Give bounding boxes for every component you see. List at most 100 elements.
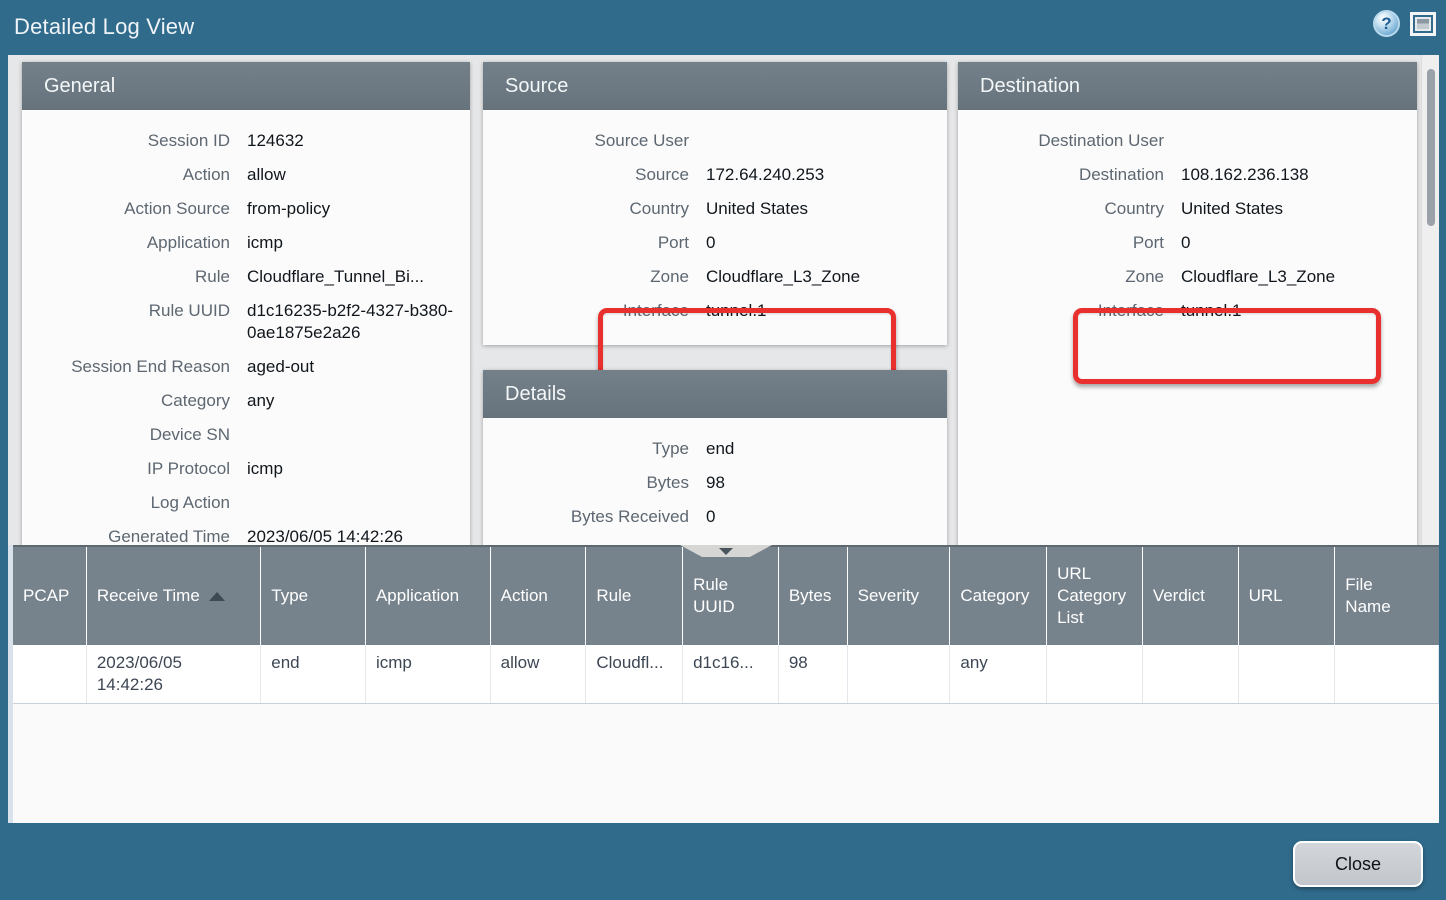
column-label: PCAP	[23, 585, 69, 607]
log-cell	[1047, 645, 1143, 703]
field-label: Category	[22, 390, 230, 412]
column-header-rule[interactable]: Rule	[586, 547, 683, 645]
column-header-verdict[interactable]: Verdict	[1143, 547, 1239, 645]
column-label: Application	[376, 585, 459, 607]
details-panel-body: Typeend Bytes98 Bytes Received 0	[483, 418, 947, 528]
column-label: Rule	[596, 585, 631, 607]
column-label: Rule UUID	[693, 574, 768, 618]
field-label: Interface	[958, 300, 1164, 322]
help-icon[interactable]: ?	[1373, 10, 1400, 37]
source-panel-title: Source	[505, 75, 568, 98]
column-label: URL	[1249, 585, 1283, 607]
general-row: Action allow	[22, 164, 470, 186]
field-label: Destination	[958, 164, 1164, 186]
titlebar-icons: ?	[1373, 10, 1436, 37]
field-label: Device SN	[22, 424, 230, 446]
field-value: allow	[247, 164, 286, 186]
field-value: Cloudflare_L3_Zone	[1181, 266, 1335, 288]
general-row: Rule UUIDd1c16235-b2f2-4327-b380-0ae1875…	[22, 300, 470, 344]
title-bar: Detailed Log View ?	[0, 0, 1446, 55]
field-value: icmp	[247, 458, 283, 480]
column-label: Receive Time	[97, 585, 200, 607]
field-value: 108.162.236.138	[1181, 164, 1309, 186]
field-value: Cloudflare_L3_Zone	[706, 266, 860, 288]
destination-panel-title: Destination	[980, 75, 1080, 98]
column-header-rule-uuid[interactable]: Rule UUID	[683, 547, 779, 645]
column-label: URL Category List	[1057, 563, 1132, 629]
log-cell	[13, 645, 87, 703]
source-row: Port0	[483, 232, 947, 254]
field-value: tunnel.1	[706, 300, 767, 322]
column-header-application[interactable]: Application	[366, 547, 491, 645]
field-label: Bytes Received	[483, 506, 689, 528]
close-button[interactable]: Close	[1293, 841, 1423, 887]
field-value: 0	[706, 506, 715, 528]
details-row: Bytes98	[483, 472, 947, 494]
field-value: from-policy	[247, 198, 330, 220]
destination-panel: Destination Destination User Destination 10…	[958, 62, 1417, 545]
field-label: Zone	[958, 266, 1164, 288]
field-value: United States	[706, 198, 808, 220]
general-panel-header: General	[22, 62, 470, 110]
source-row: Source172.64.240.253	[483, 164, 947, 186]
field-label: Action Source	[22, 198, 230, 220]
destination-row: Port 0	[958, 232, 1417, 254]
field-label: Session ID	[22, 130, 230, 152]
column-header-action[interactable]: Action	[491, 547, 587, 645]
column-header-bytes[interactable]: Bytes	[779, 547, 848, 645]
field-value: 2023/06/05 14:42:26	[247, 526, 403, 545]
column-header-url[interactable]: URL	[1239, 547, 1336, 645]
column-header-severity[interactable]: Severity	[848, 547, 951, 645]
general-row: RuleCloudflare_Tunnel_Bi...	[22, 266, 470, 288]
log-cell	[1239, 645, 1336, 703]
field-label: Bytes	[483, 472, 689, 494]
column-header-type[interactable]: Type	[261, 547, 366, 645]
field-label: Session End Reason	[22, 356, 230, 378]
field-label: Generated Time	[22, 526, 230, 545]
column-label: Category	[960, 585, 1029, 607]
column-label: File Name	[1345, 574, 1407, 618]
field-value: Cloudflare_Tunnel_Bi...	[247, 266, 424, 288]
column-header-url-category-list[interactable]: URL Category List	[1047, 547, 1143, 645]
field-label: Application	[22, 232, 230, 254]
details-row: Typeend	[483, 438, 947, 460]
field-label: Interface	[483, 300, 689, 322]
general-row: IP Protocol icmp	[22, 458, 470, 480]
general-row: Session ID124632	[22, 130, 470, 152]
field-value: end	[706, 438, 734, 460]
destination-row: CountryUnited States	[958, 198, 1417, 220]
field-value: United States	[1181, 198, 1283, 220]
field-label: Source User	[483, 130, 689, 152]
log-table-body: 2023/06/05 14:42:26endicmpallowCloudfl..…	[13, 645, 1439, 704]
field-label: IP Protocol	[22, 458, 230, 480]
log-cell	[1335, 645, 1439, 703]
sort-ascending-icon	[209, 592, 225, 601]
log-cell	[1143, 645, 1239, 703]
column-label: Action	[501, 585, 548, 607]
log-table-section: PCAP Receive Time Type Application Action Rul…	[8, 545, 1439, 823]
column-label: Verdict	[1153, 585, 1205, 607]
field-label: Log Action	[22, 492, 230, 514]
field-label: Action	[22, 164, 230, 186]
source-row: Source User	[483, 130, 947, 152]
window-restore-icon[interactable]	[1410, 12, 1436, 36]
field-label: Port	[958, 232, 1164, 254]
column-header-category[interactable]: Category	[950, 547, 1047, 645]
column-header-pcap[interactable]: PCAP	[13, 547, 87, 645]
general-row: Categoryany	[22, 390, 470, 412]
log-table-row[interactable]: 2023/06/05 14:42:26endicmpallowCloudfl..…	[13, 645, 1439, 704]
scrollbar-thumb[interactable]	[1427, 69, 1435, 226]
log-cell	[848, 645, 951, 703]
column-header-receive-time[interactable]: Receive Time	[87, 547, 261, 645]
field-label: Type	[483, 438, 689, 460]
field-value: 0	[1181, 232, 1190, 254]
field-value: 172.64.240.253	[706, 164, 824, 186]
general-row: Log Action	[22, 492, 470, 514]
column-header-file-name[interactable]: File Name	[1335, 547, 1439, 645]
general-row: Action Source from-policy	[22, 198, 470, 220]
source-panel-body: Source UserSource172.64.240.253CountryUn…	[483, 110, 947, 322]
vertical-scrollbar[interactable]	[1421, 55, 1439, 545]
destination-row: Zone Cloudflare_L3_Zone	[958, 266, 1417, 288]
log-cell: any	[950, 645, 1047, 703]
destination-row: Destination User	[958, 130, 1417, 152]
